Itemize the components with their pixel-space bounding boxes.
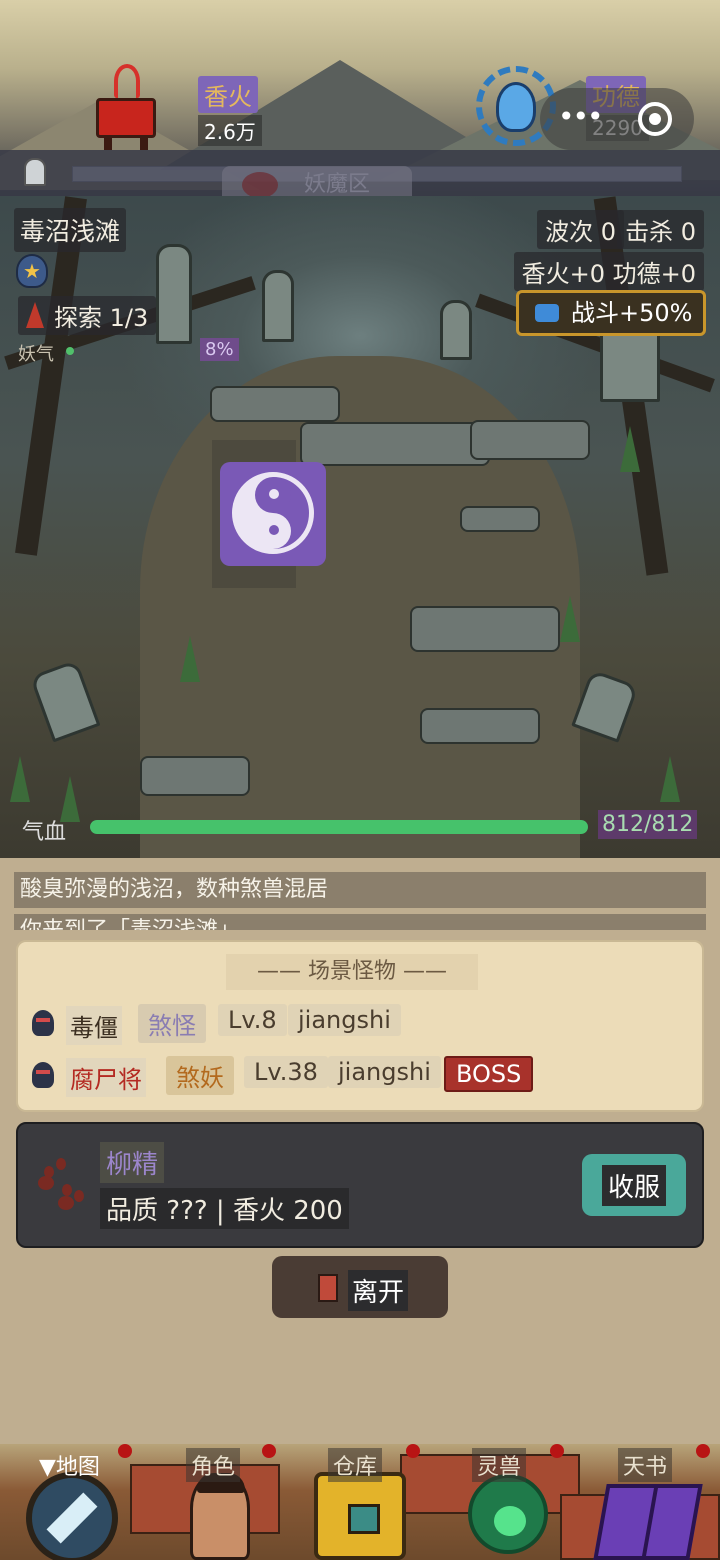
hp-value: 812/812 (598, 810, 698, 839)
monster-kind-tag: 煞妖 (166, 1056, 234, 1095)
recruit-info: 品质 ??? | 香火 200 (100, 1188, 349, 1229)
monster-kind-tag: 煞怪 (138, 1004, 206, 1043)
nav-sky-book-label: 天书 (618, 1448, 673, 1482)
recruit-button[interactable]: 收服 (582, 1154, 686, 1216)
stone-decoration (460, 506, 540, 532)
monster-type-tag: jiangshi (328, 1056, 441, 1088)
nav-warehouse-label: 仓库 (328, 1448, 383, 1482)
nav-map[interactable]: ▼地图 (0, 1444, 144, 1560)
hp-bar-fill (90, 820, 588, 834)
notification-dot (696, 1444, 710, 1458)
ninja-monster-icon (32, 1062, 54, 1088)
hp-label: 气血 (22, 820, 67, 845)
stone-decoration (470, 420, 590, 460)
incense-burner-icon[interactable] (92, 62, 162, 150)
yaoqi-percent: 8% (200, 338, 239, 361)
grave-decoration (262, 270, 294, 342)
hero-portrait-icon (190, 1473, 250, 1560)
nav-warehouse[interactable]: 仓库 (288, 1444, 432, 1560)
monster-name: 腐尸将 (66, 1058, 146, 1097)
wave-counter: 波次 0 (537, 210, 624, 249)
monster-type-tag: jiangshi (288, 1004, 401, 1036)
notification-dot (406, 1444, 420, 1458)
recruit-name: 柳精 (100, 1142, 165, 1183)
nav-spirit-beast[interactable]: 灵兽 (432, 1444, 576, 1560)
ninja-monster-icon (32, 1010, 54, 1036)
yaoqi-indicator-dot (66, 347, 74, 355)
zone-tab-label: 妖魔区 (304, 172, 371, 197)
stone-decoration (300, 422, 490, 466)
taichi-icon (232, 472, 314, 554)
star-badge-icon[interactable]: ★ (16, 254, 48, 288)
monster-row[interactable]: 腐尸将 煞妖 Lv.38 jiangshi BOSS (32, 1054, 542, 1097)
leave-button[interactable]: 离开 (272, 1256, 448, 1318)
stone-decoration (140, 756, 250, 796)
log-line: 你来到了「毒沼浅滩」 (14, 914, 706, 930)
stone-decoration (210, 386, 340, 422)
nav-role-label: 角色 (186, 1448, 241, 1482)
spider-icon (242, 172, 278, 198)
battle-boost-button[interactable]: 战斗+50% (516, 290, 706, 336)
monster-level-tag: Lv.8 (218, 1004, 287, 1036)
explore-progress: 探索 1/3 (18, 296, 157, 335)
leave-button-label: 离开 (348, 1270, 409, 1311)
beast-paw-icon (468, 1474, 548, 1554)
grave-decoration (156, 244, 192, 344)
grass-decoration (180, 636, 200, 682)
explore-label: 探索 1/3 (54, 304, 149, 332)
xianghuo-value: 2.6万 (198, 115, 262, 146)
bottom-nav: ▼地图 角色 仓库 灵兽 天书 (0, 1444, 720, 1560)
more-dots-icon[interactable]: ••• (558, 100, 604, 133)
spell-book-icon (593, 1484, 703, 1560)
section-title: —— 场景怪物 —— (226, 954, 478, 990)
treasure-chest-icon (314, 1472, 406, 1560)
grass-decoration (10, 756, 30, 802)
notification-dot (262, 1444, 276, 1458)
gains-display: 香火+0 功德+0 (513, 252, 704, 291)
nav-sky-book[interactable]: 天书 (576, 1444, 720, 1560)
recruit-button-label: 收服 (601, 1164, 666, 1206)
grass-decoration (560, 596, 580, 642)
miniprogram-capsule: ••• (540, 88, 694, 150)
yaoqi-label: 妖气 (18, 344, 54, 365)
monster-level-tag: Lv.38 (244, 1056, 328, 1088)
xianghuo-label: 香火 (198, 76, 258, 113)
grass-decoration (660, 756, 680, 802)
notification-dot (118, 1444, 132, 1458)
grave-decoration (571, 669, 639, 743)
nav-map-label: ▼地图 (39, 1455, 100, 1480)
tombstone-icon[interactable] (24, 158, 46, 186)
tv-ad-icon (535, 304, 559, 322)
battle-boost-label: 战斗+50% (571, 299, 693, 327)
grave-decoration (440, 300, 472, 360)
grave-decoration (29, 659, 101, 743)
door-icon (318, 1274, 338, 1302)
location-name: 毒沼浅滩 (14, 208, 127, 252)
tower-icon (26, 302, 44, 328)
stone-decoration (410, 606, 560, 652)
log-line: 酸臭弥漫的浅沼，数种煞兽混居 (14, 872, 706, 908)
monster-row[interactable]: 毒僵 煞怪 Lv.8 jiangshi (32, 1002, 412, 1045)
kill-counter: 击杀 0 (617, 210, 704, 249)
boss-badge: BOSS (444, 1056, 534, 1092)
notification-dot (550, 1444, 564, 1458)
compass-icon (26, 1472, 118, 1560)
stone-decoration (420, 708, 540, 744)
target-close-icon[interactable] (638, 102, 672, 136)
grass-decoration (620, 426, 640, 472)
nav-spirit-beast-label: 灵兽 (472, 1448, 527, 1482)
hp-bar (90, 820, 588, 834)
monster-name: 毒僵 (66, 1006, 122, 1045)
nav-role[interactable]: 角色 (144, 1444, 288, 1560)
